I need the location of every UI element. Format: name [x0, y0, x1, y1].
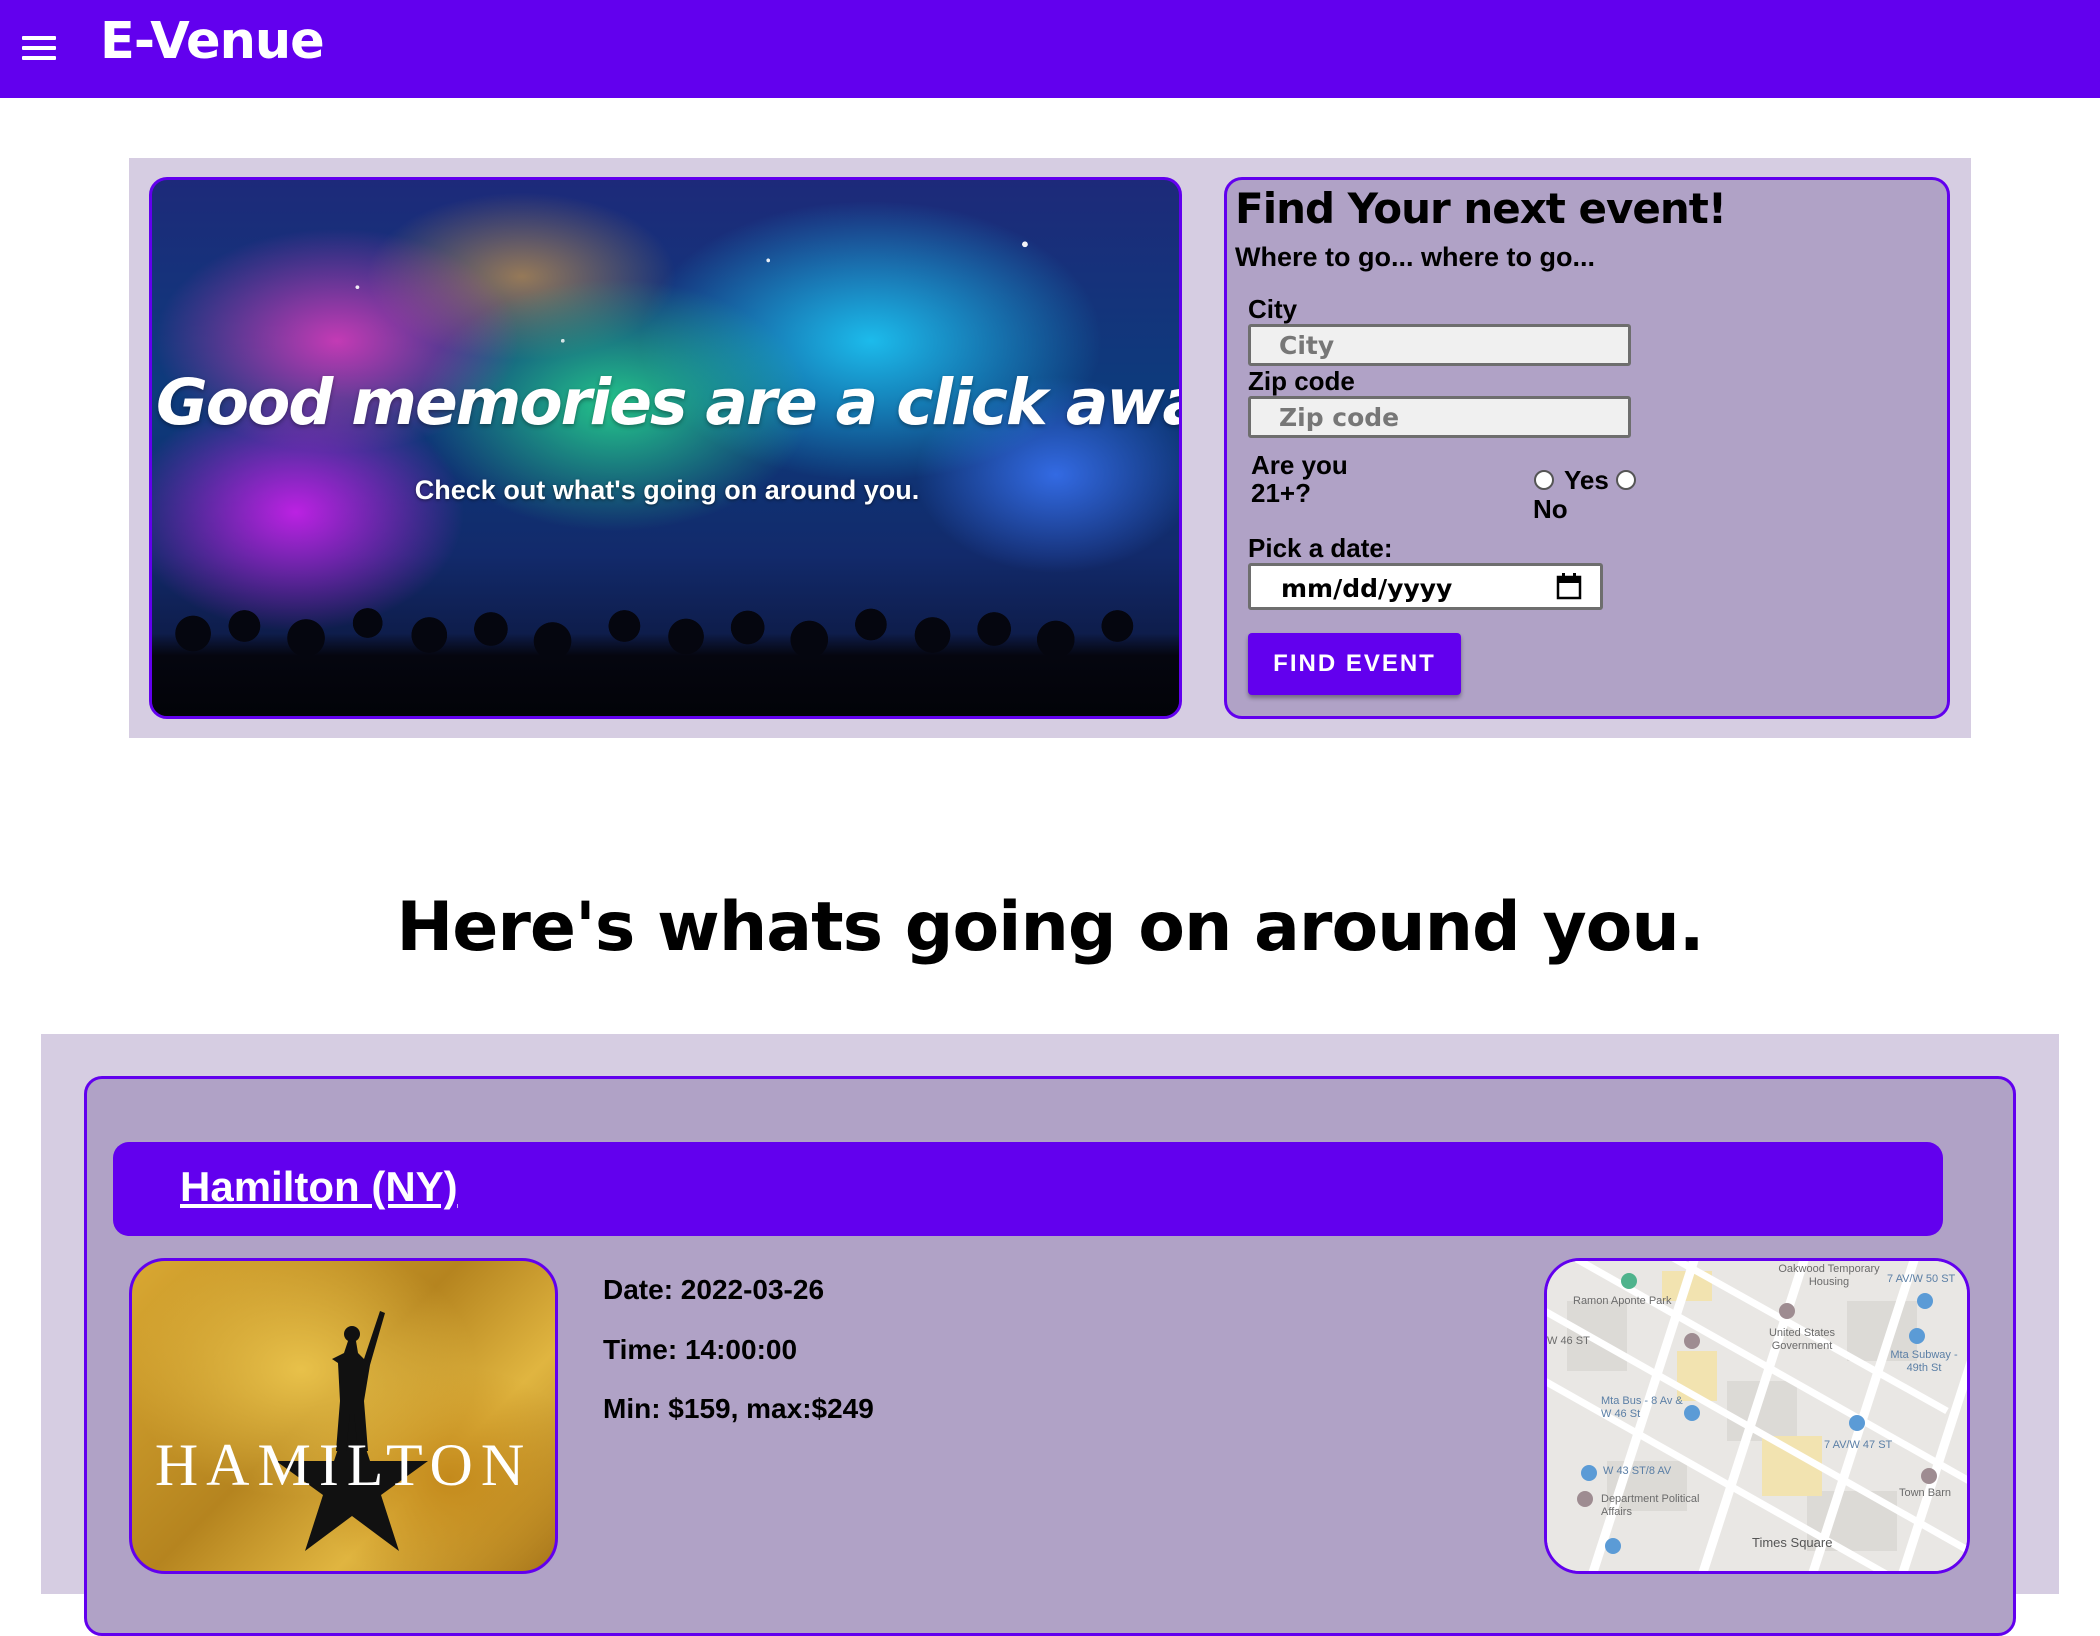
age-yes-label: Yes — [1564, 465, 1609, 495]
map-label: Town Barn — [1899, 1487, 1951, 1499]
date-label: Pick a date: — [1248, 533, 1393, 563]
search-title: Find Your next event! — [1235, 184, 1727, 233]
age-yes-radio[interactable] — [1534, 470, 1554, 490]
city-label: City — [1248, 294, 1298, 324]
calendar-icon[interactable] — [1556, 572, 1582, 600]
event-date: Date: 2022-03-26 — [603, 1274, 825, 1305]
hero-panel: Good memories are a click away. Check ou… — [129, 158, 1971, 738]
event-poster-image: HAMILTON — [129, 1258, 558, 1574]
map-label: United States Government — [1768, 1327, 1836, 1352]
hamilton-star-icon — [276, 1311, 428, 1551]
map-label: Mta Bus - 8 Av & W 46 St — [1601, 1395, 1683, 1420]
event-price: Min: $159, max:$249 — [603, 1393, 874, 1424]
city-input[interactable] — [1248, 324, 1631, 366]
poster-title: HAMILTON — [154, 1432, 533, 1498]
zip-input[interactable] — [1248, 396, 1631, 438]
age-no-label: No — [1533, 494, 1568, 524]
hero-headline: Good memories are a click away. — [156, 366, 1182, 439]
date-input[interactable]: mm/dd/yyyy — [1248, 563, 1603, 610]
hero-subtext: Check out what's going on around you. — [414, 475, 920, 505]
map-label: Department Political Affairs — [1601, 1493, 1700, 1518]
menu-icon[interactable] — [22, 28, 62, 68]
events-heading: Here's whats going on around you. — [396, 888, 1704, 967]
app-bar: E-Venue — [0, 0, 2100, 98]
event-time: Time: 14:00:00 — [603, 1334, 798, 1365]
event-search-card: Find Your next event! Where to go... whe… — [1224, 177, 1950, 719]
event-map[interactable]: Oakwood Temporary Housing 7 AV/W 50 ST R… — [1544, 1258, 1970, 1574]
map-label: W 43 ST/8 AV — [1603, 1465, 1672, 1477]
map-label: 7 AV/W 47 ST — [1824, 1439, 1893, 1451]
map-label: Times Square — [1752, 1535, 1833, 1550]
event-title-link[interactable]: Hamilton (NY) — [180, 1163, 458, 1211]
map-label: Ramon Aponte Park — [1573, 1295, 1672, 1307]
search-subtitle: Where to go... where to go... — [1235, 242, 1596, 272]
crowd-silhouette — [152, 566, 1179, 716]
zip-label: Zip code — [1248, 366, 1355, 396]
map-label: Oakwood Temporary Housing — [1778, 1263, 1880, 1288]
map-label: Mta Subway - 49th St — [1890, 1349, 1958, 1374]
date-placeholder: mm/dd/yyyy — [1281, 574, 1453, 603]
app-title: E-Venue — [100, 12, 325, 71]
age-no-radio[interactable] — [1616, 470, 1636, 490]
find-event-button[interactable]: Find Event — [1248, 633, 1461, 695]
age-question: Are you 21+? — [1251, 450, 1348, 508]
map-label: W 46 ST — [1547, 1335, 1590, 1347]
hero-concert-image: Good memories are a click away. Check ou… — [149, 177, 1182, 719]
map-label: 7 AV/W 50 ST — [1887, 1273, 1956, 1285]
